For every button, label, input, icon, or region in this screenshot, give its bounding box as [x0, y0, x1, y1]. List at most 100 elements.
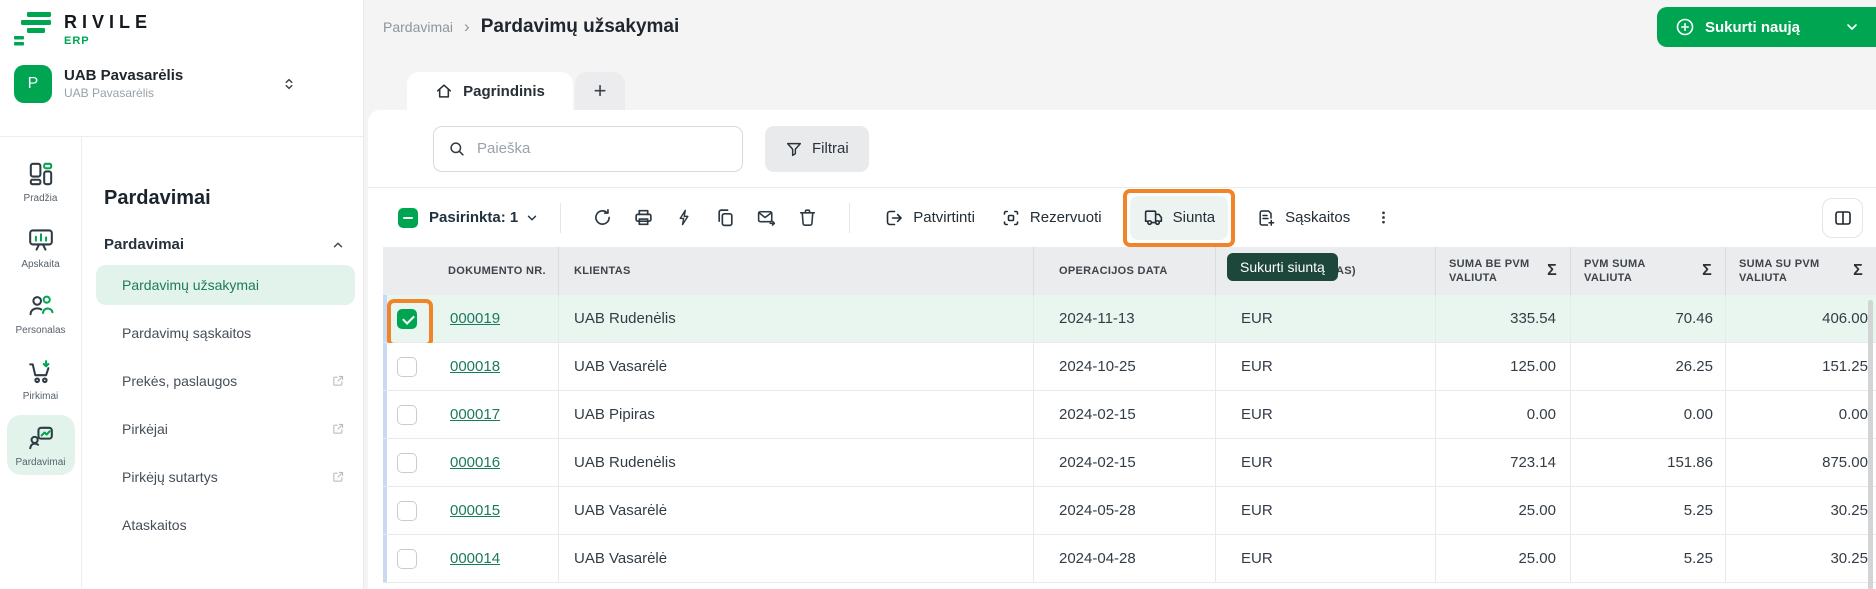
search-input[interactable]: [477, 140, 728, 157]
external-link-icon: [331, 470, 345, 484]
reserve-button[interactable]: Rezervuoti: [988, 196, 1115, 240]
client-cell: UAB Vasarėlė: [558, 487, 1033, 534]
vat-amount-cell: 0.00: [1570, 391, 1725, 438]
chevron-down-icon[interactable]: [525, 211, 539, 225]
select-all-checkbox[interactable]: [398, 208, 418, 228]
quick-action-lightning-button[interactable]: [664, 198, 705, 238]
column-header-pvm-suma[interactable]: PVM SUMAVALIUTA Σ: [1570, 247, 1725, 295]
selected-count-label[interactable]: Pasirinkta: 1: [429, 209, 518, 226]
document-link[interactable]: 000017: [450, 406, 500, 423]
vertical-scrollbar[interactable]: [1868, 300, 1873, 589]
row-checkbox[interactable]: [397, 405, 417, 425]
submenu-group-pardavimai[interactable]: Pardavimai: [104, 236, 347, 253]
client-cell: UAB Rudenėlis: [558, 295, 1033, 342]
rail-item-pradzia[interactable]: Pradžia: [7, 151, 75, 211]
rail-item-pirkimai[interactable]: Pirkimai: [7, 349, 75, 409]
sales-icon: [27, 424, 55, 452]
print-button[interactable]: [623, 198, 664, 238]
sum-sigma-icon[interactable]: Σ: [1547, 262, 1557, 280]
currency-cell: EUR: [1215, 535, 1435, 582]
invoice-plus-icon: [1256, 208, 1276, 228]
sidebar-item-ataskaitos[interactable]: Ataskaitos: [96, 505, 355, 545]
column-header-suma-be-pvm[interactable]: SUMA BE PVMVALIUTA Σ: [1435, 247, 1570, 295]
tab-pagrindinis[interactable]: Pagrindinis: [407, 72, 573, 110]
company-selector[interactable]: P UAB Pavasarėlis UAB Pavasarėlis: [0, 62, 363, 106]
table-row[interactable]: 000016 UAB Rudenėlis 2024-02-15 EUR 723.…: [383, 439, 1876, 487]
confirm-button[interactable]: Patvirtinti: [871, 196, 988, 240]
row-checkbox[interactable]: [397, 309, 417, 329]
document-cell: 000014: [383, 535, 558, 582]
net-amount-cell: 0.00: [1435, 391, 1570, 438]
column-header-suma-su-pvm[interactable]: SUMA SU PVMVALIUTA Σ: [1725, 247, 1876, 295]
table-row[interactable]: 000018 UAB Vasarėlė 2024-10-25 EUR 125.0…: [383, 343, 1876, 391]
filters-button[interactable]: Filtrai: [765, 126, 869, 172]
row-checkbox[interactable]: [397, 357, 417, 377]
vat-amount-cell: 5.25: [1570, 535, 1725, 582]
sum-sigma-icon[interactable]: Σ: [1702, 262, 1712, 280]
external-link-icon: [331, 374, 345, 388]
client-cell: UAB Vasarėlė: [558, 535, 1033, 582]
document-link[interactable]: 000018: [450, 358, 500, 375]
add-tab-button[interactable]: +: [575, 72, 625, 110]
menu-item-label: Pirkėjai: [122, 421, 168, 437]
document-link[interactable]: 000015: [450, 502, 500, 519]
rail-label: Pardavimai: [15, 457, 65, 468]
delete-button[interactable]: [787, 198, 828, 238]
sidebar-item-prekes-paslaugos[interactable]: Prekės, paslaugos: [96, 361, 355, 401]
sidebar-item-pirkeju-sutartys[interactable]: Pirkėjų sutartys: [96, 457, 355, 497]
column-settings-button[interactable]: [1822, 198, 1863, 238]
rail-item-pardavimai[interactable]: Pardavimai: [7, 415, 75, 475]
sum-sigma-icon[interactable]: Σ: [1853, 262, 1863, 280]
shipment-button[interactable]: Siunta: [1130, 196, 1229, 240]
document-link[interactable]: 000016: [450, 454, 500, 471]
column-header-dokumento-nr[interactable]: DOKUMENTO NR.: [383, 247, 558, 295]
search-icon: [448, 140, 466, 158]
row-checkbox[interactable]: [397, 453, 417, 473]
row-checkbox[interactable]: [397, 549, 417, 569]
document-link[interactable]: 000014: [450, 550, 500, 567]
table-row[interactable]: 000017 UAB Pipiras 2024-02-15 EUR 0.00 0…: [383, 391, 1876, 439]
search-box[interactable]: [433, 126, 743, 172]
chevron-up-icon: [331, 238, 345, 252]
column-header-operacijos-data[interactable]: OPERACIJOS DATA: [1033, 247, 1215, 295]
table-row[interactable]: 000014 UAB Vasarėlė 2024-04-28 EUR 25.00…: [383, 535, 1876, 583]
rail-label: Pradžia: [24, 193, 58, 204]
create-new-button[interactable]: Sukurti naują: [1657, 7, 1876, 47]
send-email-button[interactable]: [746, 198, 787, 238]
rivile-logo-icon: [14, 12, 54, 46]
chevron-down-icon[interactable]: [1844, 19, 1860, 35]
icon-rail: Pradžia Apskaita: [0, 137, 82, 588]
client-cell: UAB Rudenėlis: [558, 439, 1033, 486]
create-new-label: Sukurti naują: [1705, 19, 1800, 36]
vat-amount-cell: 26.25: [1570, 343, 1725, 390]
menu-item-label: Pardavimų sąskaitos: [122, 325, 251, 341]
row-checkbox[interactable]: [397, 501, 417, 521]
people-icon: [27, 292, 55, 320]
sidebar-top: RIVILE ERP P UAB Pavasarėlis UAB Pavasar…: [0, 0, 363, 137]
invoices-button[interactable]: Sąskaitos: [1243, 196, 1363, 240]
rail-item-personalas[interactable]: Personalas: [7, 283, 75, 343]
currency-cell: EUR: [1215, 295, 1435, 342]
accounting-board-icon: [27, 226, 55, 254]
header-line2: VALIUTA: [1739, 272, 1787, 284]
kebab-menu-button[interactable]: [1363, 198, 1404, 238]
table-row[interactable]: 000015 UAB Vasarėlė 2024-05-28 EUR 25.00…: [383, 487, 1876, 535]
column-header-klientas[interactable]: KLIENTAS: [558, 247, 1033, 295]
document-link[interactable]: 000019: [450, 310, 500, 327]
sidebar-item-pardavimu-uzsakymai[interactable]: Pardavimų užsakymai: [96, 265, 355, 305]
breadcrumb-parent[interactable]: Pardavimai: [383, 19, 453, 35]
gross-amount-cell: 151.25: [1725, 343, 1876, 390]
sidebar-item-pardavimu-saskaitos[interactable]: Pardavimų sąskaitos: [96, 313, 355, 353]
rail-item-apskaita[interactable]: Apskaita: [7, 217, 75, 277]
rail-label: Apskaita: [21, 259, 59, 270]
unfold-icon[interactable]: [281, 76, 297, 92]
refresh-button[interactable]: [582, 198, 623, 238]
submenu-group-label: Pardavimai: [104, 236, 184, 253]
copy-button[interactable]: [705, 198, 746, 238]
operation-date-cell: 2024-05-28: [1033, 487, 1215, 534]
sidebar-item-pirkejai[interactable]: Pirkėjai: [96, 409, 355, 449]
divider: [560, 203, 561, 233]
table-row[interactable]: 000019 UAB Rudenėlis 2024-11-13 EUR 335.…: [383, 295, 1876, 343]
table-header: DOKUMENTO NR. KLIENTAS OPERACIJOS DATA A…: [383, 247, 1876, 295]
reserve-label: Rezervuoti: [1030, 209, 1102, 226]
